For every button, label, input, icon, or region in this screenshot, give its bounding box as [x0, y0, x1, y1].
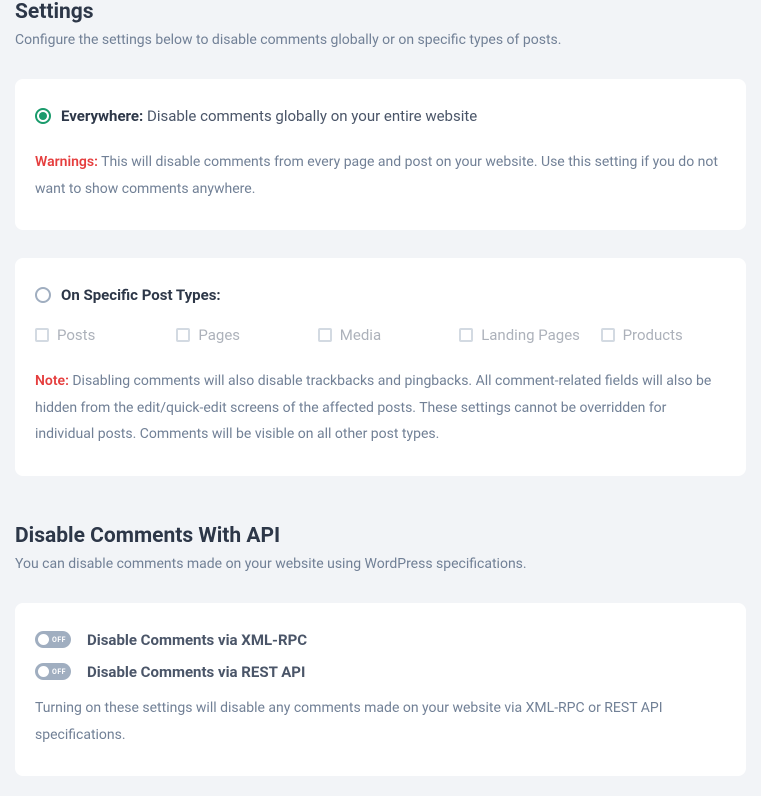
checkbox-icon: [176, 328, 190, 342]
toggle-restapi-label: Disable Comments via REST API: [87, 663, 305, 681]
checkbox-label: Pages: [198, 326, 240, 344]
specific-card: On Specific Post Types: Posts Pages Medi…: [15, 258, 746, 476]
api-card: OFF Disable Comments via XML-RPC OFF Dis…: [15, 603, 746, 776]
checkbox-label: Landing Pages: [481, 326, 580, 344]
api-help-text: Turning on these settings will disable a…: [35, 695, 726, 748]
checkbox-media[interactable]: Media: [318, 326, 443, 344]
toggle-knob-icon: [38, 666, 49, 677]
toggle-xmlrpc-row: OFF Disable Comments via XML-RPC: [35, 631, 726, 649]
specific-heading: On Specific Post Types:: [61, 286, 221, 304]
everywhere-card: Everywhere: Disable comments globally on…: [15, 79, 746, 230]
everywhere-desc: Disable comments globally on your entire…: [147, 107, 477, 125]
checkbox-pages[interactable]: Pages: [176, 326, 301, 344]
checkbox-label: Products: [623, 326, 683, 344]
note-text: Disabling comments will also disable tra…: [35, 373, 711, 442]
everywhere-option-label: Everywhere: Disable comments globally on…: [61, 107, 477, 125]
toggle-restapi-row: OFF Disable Comments via REST API: [35, 663, 726, 681]
specific-option-label: On Specific Post Types:: [61, 286, 221, 304]
everywhere-radio-row[interactable]: Everywhere: Disable comments globally on…: [35, 107, 726, 125]
toggle-off[interactable]: OFF: [35, 663, 71, 680]
checkbox-icon: [318, 328, 332, 342]
toggle-knob-icon: [38, 634, 49, 645]
api-title: Disable Comments With API: [15, 524, 746, 548]
note-label: Note:: [35, 373, 69, 389]
checkbox-label: Posts: [57, 326, 95, 344]
checkbox-icon: [459, 328, 473, 342]
radio-checked-icon[interactable]: [35, 108, 51, 124]
warning-text: This will disable comments from every pa…: [35, 154, 718, 197]
checkbox-label: Media: [340, 326, 381, 344]
checkbox-icon: [601, 328, 615, 342]
settings-description: Configure the settings below to disable …: [15, 30, 746, 51]
toggle-state: OFF: [52, 636, 66, 644]
checkbox-icon: [35, 328, 49, 342]
checkbox-posts[interactable]: Posts: [35, 326, 160, 344]
specific-note: Note: Disabling comments will also disab…: [35, 368, 726, 448]
api-description: You can disable comments made on your we…: [15, 554, 746, 575]
settings-title: Settings: [15, 0, 746, 24]
everywhere-warning: Warnings: This will disable comments fro…: [35, 149, 726, 202]
toggle-state: OFF: [52, 668, 66, 676]
api-section: Disable Comments With API You can disabl…: [15, 524, 746, 776]
post-types-grid: Posts Pages Media Landing Pages Products: [35, 326, 726, 344]
warning-label: Warnings:: [35, 154, 98, 170]
specific-radio-row[interactable]: On Specific Post Types:: [35, 286, 726, 304]
radio-unchecked-icon[interactable]: [35, 287, 51, 303]
checkbox-landing-pages[interactable]: Landing Pages: [459, 326, 584, 344]
everywhere-heading: Everywhere:: [61, 107, 143, 125]
checkbox-products[interactable]: Products: [601, 326, 726, 344]
toggle-off[interactable]: OFF: [35, 631, 71, 648]
toggle-xmlrpc-label: Disable Comments via XML-RPC: [87, 631, 307, 649]
